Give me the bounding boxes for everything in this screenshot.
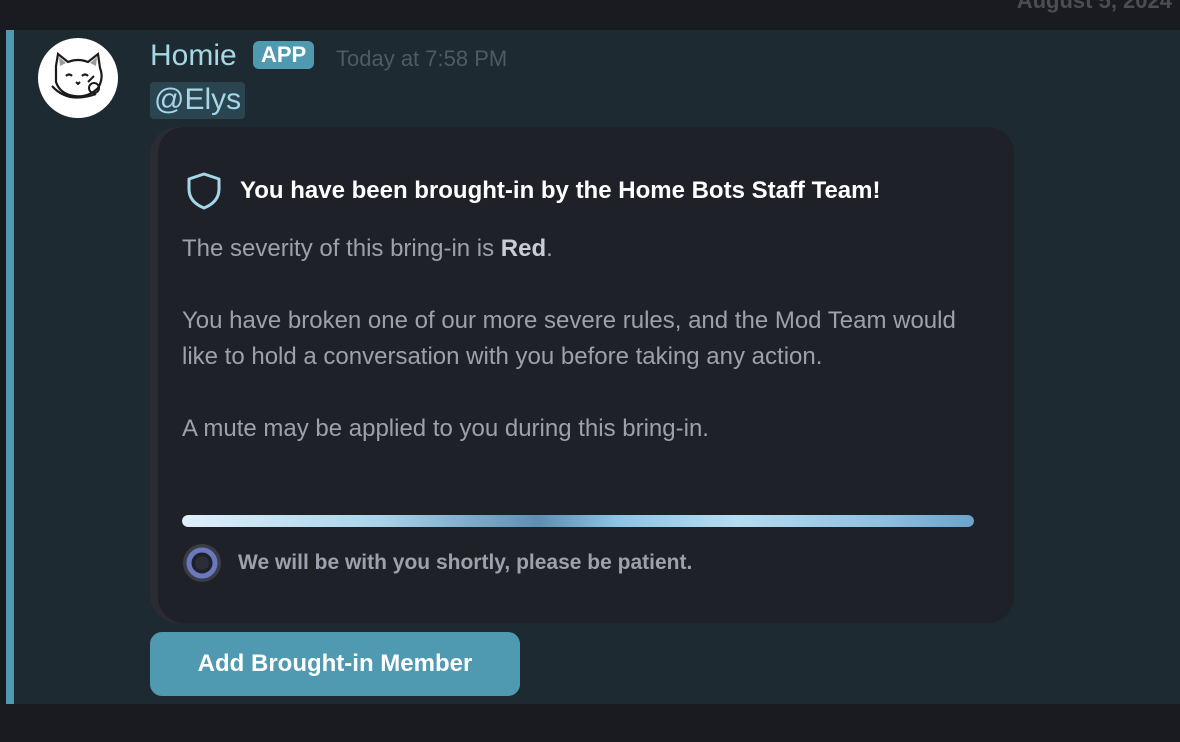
highlight-accent-bar — [6, 30, 14, 704]
mute-paragraph: A mute may be applied to you during this… — [182, 415, 709, 442]
radio-icon — [183, 544, 221, 582]
gradient-divider-bar — [182, 515, 974, 527]
embed-description: The severity of this bring-in is Red. Yo… — [182, 231, 982, 483]
top-divider: August 5, 2024 — [0, 0, 1180, 30]
status-text: We will be with you shortly, please be p… — [238, 551, 693, 574]
severity-value: Red — [500, 235, 547, 262]
rules-paragraph: You have broken one of our more severe r… — [182, 307, 956, 370]
author-name[interactable]: Homie — [150, 39, 237, 73]
message-timestamp[interactable]: Today at 7:58 PM — [336, 46, 507, 72]
embed-header: You have been brought-in by the Home Bot… — [182, 169, 881, 213]
app-badge: APP — [253, 41, 315, 69]
message-container: Homie APP Today at 7:58 PM @Elys You hav… — [6, 30, 1180, 704]
severity-line: The severity of this bring-in is Red. — [182, 235, 553, 262]
avatar[interactable] — [38, 38, 118, 118]
embed-card: You have been brought-in by the Home Bot… — [150, 127, 1014, 623]
user-mention[interactable]: @Elys — [150, 82, 246, 119]
add-brought-in-member-button[interactable]: Add Brought-in Member — [150, 632, 520, 696]
embed-content: You have been brought-in by the Home Bot… — [158, 127, 1014, 623]
bottom-divider — [0, 704, 1180, 742]
status-row: We will be with you shortly, please be p… — [182, 543, 692, 583]
embed-title: You have been brought-in by the Home Bot… — [240, 177, 881, 204]
cat-avatar-icon — [51, 51, 103, 99]
shield-icon — [187, 172, 221, 210]
date-divider-label: August 5, 2024 — [1016, 0, 1172, 13]
